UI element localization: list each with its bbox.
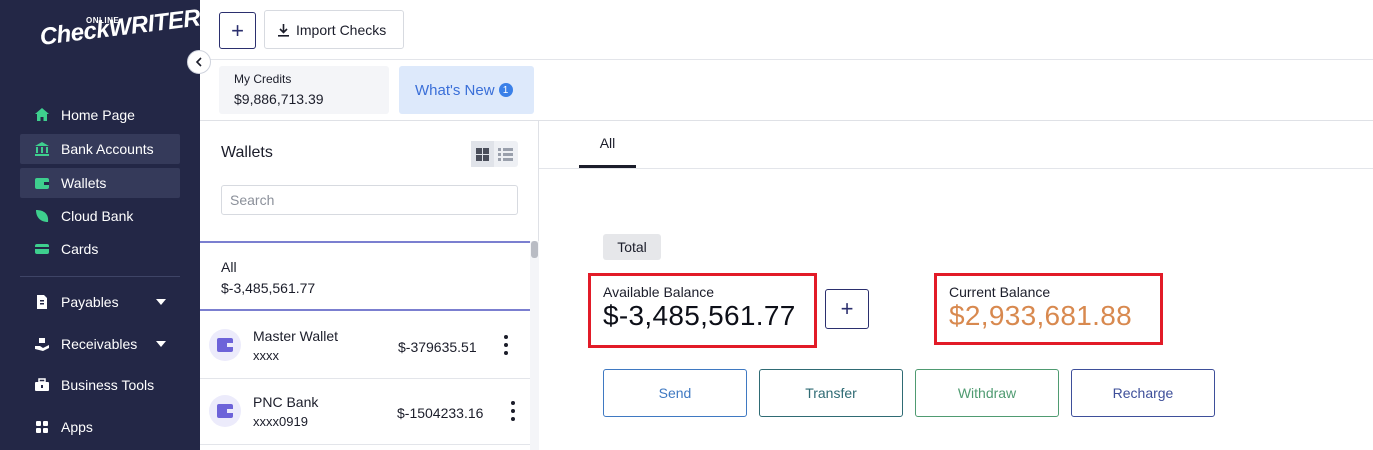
sidebar-item-label: Cloud Bank	[61, 208, 134, 224]
toolbox-icon	[34, 377, 50, 393]
wallet-icon	[209, 395, 241, 427]
hand-money-icon	[34, 336, 50, 352]
sidebar-item-label: Receivables	[61, 336, 138, 352]
home-icon	[34, 107, 50, 123]
import-checks-button[interactable]: Import Checks	[264, 10, 404, 49]
current-balance-value: $2,933,681.88	[949, 300, 1132, 331]
more-options-icon[interactable]	[508, 399, 518, 423]
wallet-amount: $-379635.51	[398, 339, 477, 355]
sidebar-item-label: Business Tools	[61, 377, 155, 393]
sidebar-item-label: Home Page	[61, 107, 135, 123]
whats-new-count-badge: 1	[498, 83, 513, 97]
sidebar-item-payables[interactable]: Payables	[20, 287, 180, 317]
logo-main-text: CheckWRITER	[38, 4, 202, 51]
sidebar-item-label: Payables	[61, 294, 119, 310]
available-balance-box: Available Balance $-3,485,561.77	[588, 273, 817, 348]
sidebar-item-home-page[interactable]: Home Page	[20, 100, 180, 130]
chevron-down-icon	[156, 299, 166, 305]
wallets-title: Wallets	[221, 144, 273, 161]
recharge-button[interactable]: Recharge	[1071, 369, 1215, 417]
send-button[interactable]: Send	[603, 369, 747, 417]
wallet-list-scrollbar[interactable]	[530, 241, 539, 450]
sidebar: ONLINE CheckWRITER Home Page Bank Accoun…	[0, 0, 202, 450]
sidebar-item-label: Apps	[61, 419, 93, 435]
sidebar-item-receivables[interactable]: Receivables	[20, 329, 180, 359]
wallet-icon	[34, 175, 50, 191]
checkwriter-logo[interactable]: ONLINE CheckWRITER	[38, 4, 201, 74]
sidebar-item-label: Bank Accounts	[61, 141, 154, 157]
sidebar-item-label: Cards	[61, 241, 99, 257]
collapse-sidebar-button[interactable]	[187, 50, 211, 74]
sidebar-item-apps[interactable]: Apps	[20, 412, 180, 442]
wallet-number: xxxx	[253, 348, 279, 363]
current-balance-label: Current Balance	[949, 284, 1051, 300]
withdraw-button[interactable]: Withdraw	[915, 369, 1059, 417]
whats-new-label: What's New	[415, 81, 495, 99]
transfer-button[interactable]: Transfer	[759, 369, 903, 417]
bank-icon	[34, 141, 50, 157]
credits-value: $9,886,713.39	[234, 91, 324, 107]
more-options-icon[interactable]	[501, 333, 511, 357]
grid-view-icon	[476, 147, 489, 161]
wallet-all-name: All	[221, 259, 237, 275]
total-chip: Total	[603, 234, 661, 260]
sidebar-item-wallets[interactable]: Wallets	[20, 168, 180, 198]
sidebar-item-cards[interactable]: Cards	[20, 234, 180, 264]
sidebar-item-business-tools[interactable]: Business Tools	[20, 370, 180, 400]
wallets-panel: Wallets All $-3,485,561.77 Master Wallet…	[200, 121, 539, 450]
sidebar-item-label: Wallets	[61, 175, 107, 191]
my-credits-card: My Credits $9,886,713.39	[219, 66, 389, 114]
wallet-number: xxxx0919	[253, 414, 308, 429]
available-balance-value: $-3,485,561.77	[603, 300, 796, 331]
list-view-button[interactable]	[494, 141, 517, 167]
tab-all[interactable]: All	[579, 121, 636, 168]
available-balance-label: Available Balance	[603, 284, 715, 300]
current-balance-box: Current Balance $2,933,681.88	[934, 273, 1163, 345]
import-checks-label: Import Checks	[296, 21, 387, 38]
scrollbar-thumb[interactable]	[531, 241, 538, 258]
grid-icon	[34, 419, 50, 435]
whats-new-button[interactable]: What's New 1	[399, 66, 534, 114]
sidebar-item-cloud-bank[interactable]: Cloud Bank	[20, 201, 180, 231]
top-toolbar: + Import Checks	[200, 0, 1373, 60]
sidebar-divider	[20, 276, 180, 277]
wallet-search-input[interactable]	[221, 185, 518, 215]
wallet-list-item[interactable]: Master Wallet xxxx $-379635.51	[200, 315, 530, 379]
wallet-all-item[interactable]: All $-3,485,561.77	[200, 241, 530, 311]
wallet-all-amount: $-3,485,561.77	[221, 280, 316, 296]
chevron-left-icon	[195, 57, 202, 67]
document-icon	[34, 294, 50, 310]
wallet-name: PNC Bank	[253, 394, 319, 410]
add-funds-button[interactable]: +	[825, 289, 869, 329]
download-icon	[278, 23, 289, 37]
grid-view-button[interactable]	[471, 141, 494, 167]
leaf-icon	[34, 208, 50, 224]
wallet-amount: $-1504233.16	[397, 405, 484, 421]
wallet-icon	[209, 329, 241, 361]
card-icon	[34, 241, 50, 257]
wallet-name: Master Wallet	[253, 328, 339, 344]
chevron-down-icon	[156, 341, 166, 347]
add-button[interactable]: +	[219, 12, 256, 49]
credits-label: My Credits	[234, 72, 292, 86]
view-toggle	[471, 141, 518, 167]
list-view-icon	[498, 147, 513, 161]
sidebar-item-bank-accounts[interactable]: Bank Accounts	[20, 134, 180, 164]
wallet-list-item[interactable]: PNC Bank xxxx0919 $-1504233.16	[200, 381, 530, 445]
tab-underline-divider	[539, 168, 1373, 169]
